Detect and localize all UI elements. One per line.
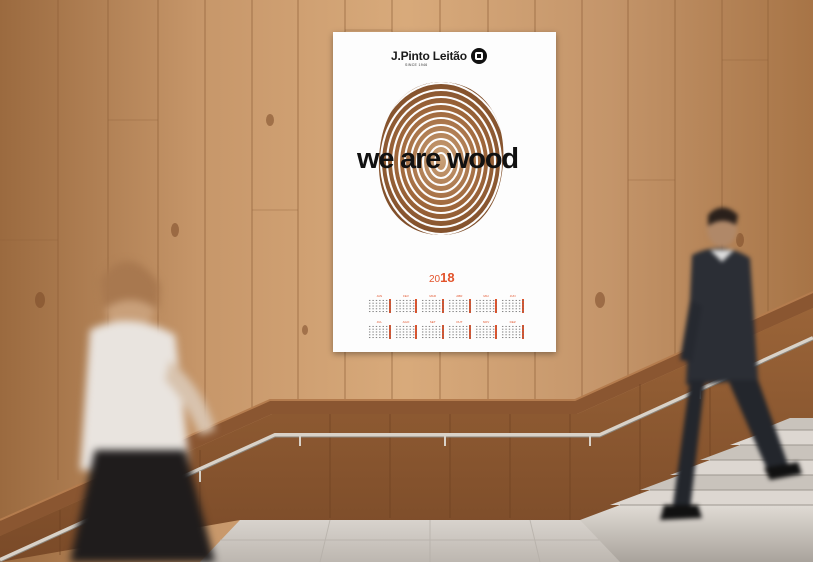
calendar-month: FEV bbox=[394, 294, 418, 314]
calendar-month: DEZ bbox=[501, 320, 524, 340]
calendar-month: MAR bbox=[421, 294, 444, 314]
brand-logo-icon bbox=[470, 48, 487, 64]
calendar-month: ABR bbox=[447, 294, 471, 314]
calendar-month: JUL bbox=[368, 320, 391, 340]
calendar-month: SET bbox=[421, 320, 444, 340]
brand-since: SINCE 1946 bbox=[405, 63, 428, 67]
poster-headline: we are wood bbox=[357, 143, 519, 175]
calendar-month: NOV bbox=[474, 320, 498, 340]
year-suffix: 18 bbox=[440, 270, 455, 285]
calendar-month: JUN bbox=[501, 294, 524, 314]
calendar-year: 2018 bbox=[429, 270, 455, 285]
brand-name: J.Pinto Leitão bbox=[391, 49, 467, 63]
calendar-month: AGO bbox=[394, 320, 418, 340]
scene: J.Pinto Leitão SINCE 1946 we are wood 20… bbox=[0, 0, 813, 562]
calendar-month: JAN bbox=[368, 294, 391, 314]
poster: J.Pinto Leitão SINCE 1946 we are wood 20… bbox=[333, 32, 556, 352]
brand-lockup: J.Pinto Leitão bbox=[391, 48, 487, 64]
calendar-month: MAI bbox=[474, 294, 498, 314]
calendar-month: OUT bbox=[447, 320, 471, 340]
calendar-grid: JAN FEV MAR ABR MAI JUN JUL AGO SET OUT … bbox=[368, 294, 524, 340]
year-prefix: 20 bbox=[429, 274, 441, 285]
